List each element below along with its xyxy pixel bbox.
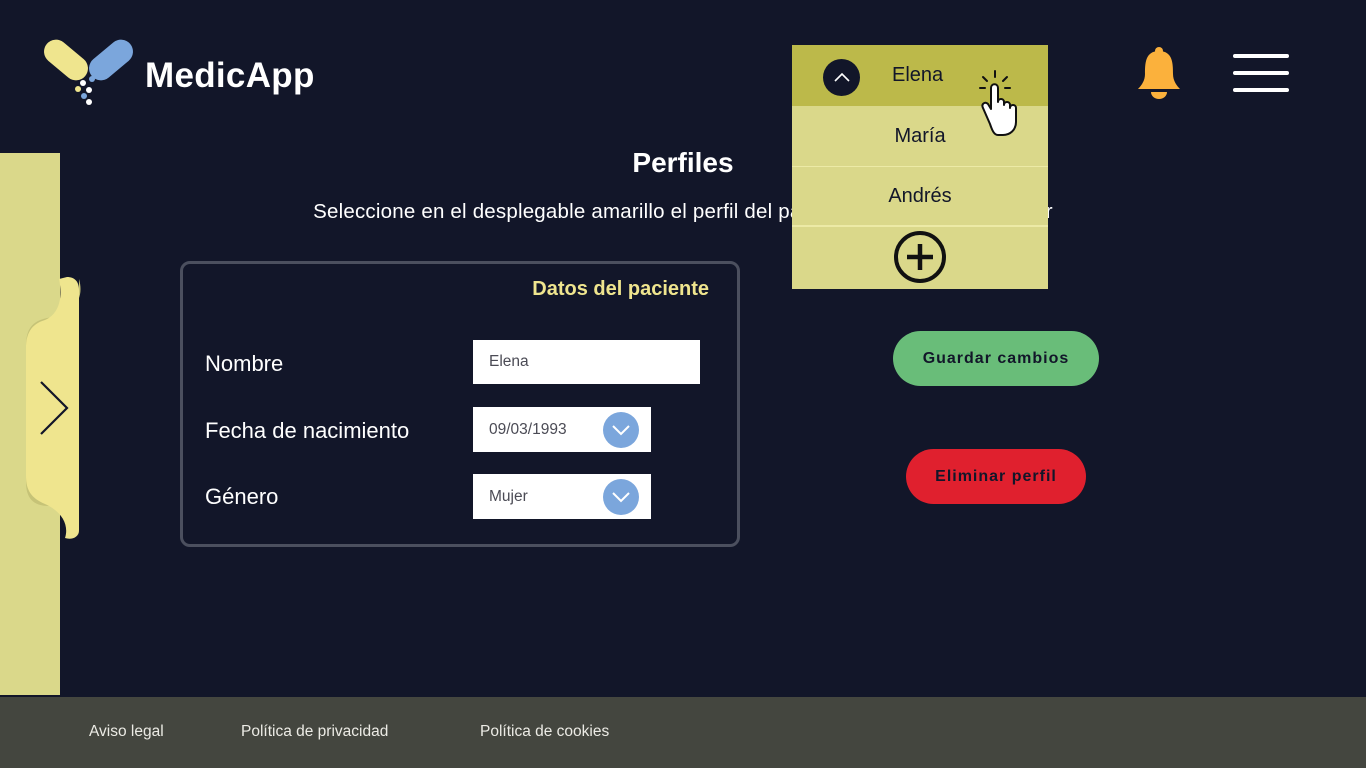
delete-profile-button[interactable]: Eliminar perfil	[906, 449, 1086, 504]
save-changes-button[interactable]: Guardar cambios	[893, 331, 1099, 386]
gender-select[interactable]: Mujer	[473, 474, 651, 519]
page-title: Perfiles	[632, 147, 734, 178]
app-logo[interactable]: MedicApp	[42, 38, 342, 110]
footer-link-legal[interactable]: Aviso legal	[89, 723, 164, 741]
profile-option-andres[interactable]: Andrés	[792, 166, 1048, 227]
birthdate-select[interactable]: 09/03/1993	[473, 407, 651, 452]
gender-value: Mujer	[489, 488, 528, 505]
birthdate-label: Fecha de nacimiento	[205, 418, 410, 443]
page-subtitle: Seleccione en el desplegable amarillo el…	[313, 200, 1053, 223]
patient-data-card: Datos del paciente Nombre Elena Fecha de…	[180, 261, 740, 547]
footer: Aviso legal Política de privacidad Polít…	[0, 697, 1366, 768]
chevron-up-icon[interactable]	[823, 59, 860, 96]
selected-profile-label: Elena	[892, 64, 944, 86]
hand-pointer-icon	[974, 68, 1026, 138]
hamburger-menu-icon[interactable]	[1233, 52, 1291, 94]
notifications-bell-icon[interactable]	[1136, 46, 1182, 100]
chevron-down-icon[interactable]	[603, 479, 639, 515]
gender-label: Género	[205, 484, 279, 509]
brand-name: MedicApp	[145, 56, 315, 95]
chevron-down-icon[interactable]	[603, 412, 639, 448]
side-panel-expand-tab[interactable]	[25, 276, 81, 540]
name-label: Nombre	[205, 351, 284, 376]
footer-link-privacy[interactable]: Política de privacidad	[241, 723, 388, 741]
birthdate-value: 09/03/1993	[489, 421, 567, 438]
name-input[interactable]: Elena	[473, 340, 700, 384]
card-title: Datos del paciente	[532, 278, 709, 300]
plus-circle-icon[interactable]	[892, 230, 948, 286]
footer-link-cookies[interactable]: Política de cookies	[480, 723, 609, 741]
pill-logo-icon	[44, 39, 133, 105]
